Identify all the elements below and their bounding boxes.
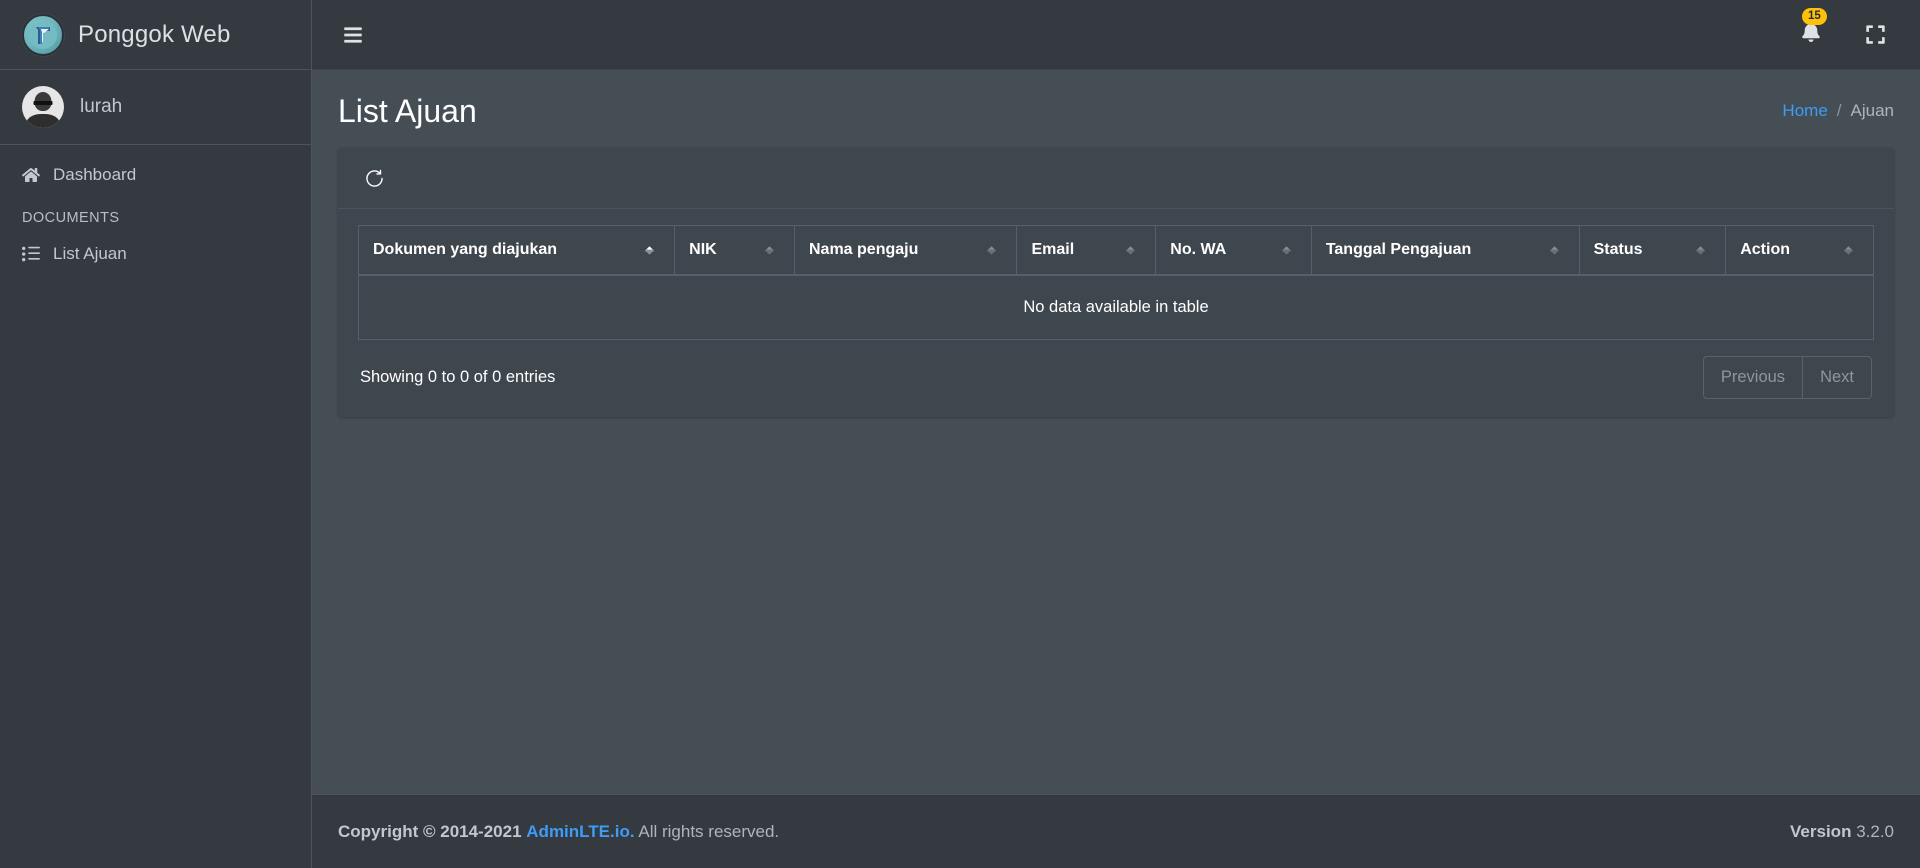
table-body: No data available in table	[358, 274, 1874, 341]
column-label: Email	[1031, 241, 1075, 259]
ponggok-logo-icon	[22, 13, 64, 56]
sort-icon	[1278, 243, 1295, 258]
table-footer: Showing 0 to 0 of 0 entries Previous Nex…	[358, 340, 1874, 403]
page-footer: Copyright © 2014-2021 AdminLTE.io. All r…	[312, 794, 1920, 868]
notifications-button[interactable]: 15	[1790, 7, 1832, 56]
sort-icon	[1546, 243, 1563, 258]
ajuan-table: Dokumen yang diajukan NIK Nama pengaju E…	[357, 225, 1874, 341]
pagination: Previous Next	[1702, 356, 1872, 400]
version-value: 3.2.0	[1856, 821, 1894, 841]
sort-icon	[641, 243, 658, 258]
adminlte-link[interactable]: AdminLTE.io.	[526, 822, 634, 841]
version-label: Version	[1790, 821, 1852, 841]
avatar	[22, 86, 64, 128]
ajuan-card: Dokumen yang diajukan NIK Nama pengaju E…	[338, 148, 1894, 418]
page-title: List Ajuan	[338, 93, 477, 129]
column-label: Nama pengaju	[809, 241, 919, 259]
breadcrumb-home-link[interactable]: Home	[1782, 101, 1827, 121]
home-icon	[22, 166, 48, 184]
hamburger-icon[interactable]	[332, 14, 374, 56]
column-header-email[interactable]: Email	[1016, 225, 1157, 277]
column-label: Action	[1740, 241, 1790, 259]
card-header	[338, 148, 1894, 210]
table-head: Dokumen yang diajukan NIK Nama pengaju E…	[357, 225, 1874, 277]
column-header-nama-pengaju[interactable]: Nama pengaju	[793, 225, 1018, 277]
content-area: Dokumen yang diajukan NIK Nama pengaju E…	[312, 138, 1920, 418]
navbar-right-tools: 15	[1790, 7, 1896, 56]
sidebar-item-list-ajuan[interactable]: List Ajuan	[10, 234, 301, 273]
sidebar-user-panel[interactable]: lurah	[0, 70, 311, 145]
table-header-row: Dokumen yang diajukan NIK Nama pengaju E…	[357, 225, 1874, 277]
refresh-icon[interactable]	[358, 162, 390, 194]
sort-icon	[1122, 243, 1139, 258]
sidebar-brand[interactable]: Ponggok Web	[0, 0, 311, 70]
footer-copyright-text: Copyright © 2014-2021	[338, 821, 522, 841]
main-area: 15 List Ajuan Home / Ajuan Dokumen yang …	[312, 0, 1920, 868]
footer-copyright: Copyright © 2014-2021 AdminLTE.io. All r…	[338, 822, 779, 842]
user-name: lurah	[80, 96, 123, 117]
table-row-empty: No data available in table	[358, 274, 1874, 341]
sort-icon	[983, 243, 1000, 258]
notification-badge: 15	[1802, 7, 1827, 26]
breadcrumb-separator: /	[1836, 101, 1842, 121]
next-page-button[interactable]: Next	[1802, 356, 1872, 400]
column-header-action[interactable]: Action	[1725, 225, 1874, 277]
sort-icon	[1840, 243, 1857, 258]
column-label: Tanggal Pengajuan	[1325, 241, 1472, 259]
column-header-nik[interactable]: NIK	[674, 225, 795, 277]
column-label: Status	[1593, 241, 1643, 259]
sidebar-section-documents: DOCUMENTS	[22, 210, 120, 227]
expand-arrows-icon[interactable]	[1854, 14, 1896, 56]
sidebar: Ponggok Web lurah Dashboard DOCUMENTS Li…	[0, 0, 312, 868]
sidebar-item-label: Dashboard	[53, 165, 137, 184]
empty-message: No data available in table	[358, 274, 1874, 341]
list-ul-icon	[22, 245, 48, 263]
column-header-tanggal-pengajuan[interactable]: Tanggal Pengajuan	[1310, 225, 1580, 277]
table-info: Showing 0 to 0 of 0 entries	[360, 368, 556, 387]
footer-rights-text: All rights reserved.	[638, 821, 780, 841]
sort-icon	[761, 243, 778, 258]
breadcrumb: Home / Ajuan	[1782, 101, 1894, 121]
sort-icon	[1692, 243, 1709, 258]
column-label: No. WA	[1170, 241, 1227, 259]
sidebar-item-label: List Ajuan	[53, 244, 127, 264]
sidebar-item-dashboard[interactable]: Dashboard	[10, 155, 301, 194]
app-root: Ponggok Web lurah Dashboard DOCUMENTS Li…	[0, 0, 1920, 868]
column-header-status[interactable]: Status	[1578, 225, 1727, 277]
footer-version: Version 3.2.0	[1790, 822, 1894, 842]
content-header: List Ajuan Home / Ajuan	[312, 70, 1920, 138]
column-label: NIK	[689, 241, 717, 259]
column-label: Dokumen yang diajukan	[373, 241, 558, 259]
top-navbar: 15	[312, 0, 1920, 70]
bell-icon	[1801, 22, 1821, 47]
brand-title: Ponggok Web	[78, 20, 231, 48]
previous-page-button[interactable]: Previous	[1702, 356, 1803, 400]
column-header-no-wa[interactable]: No. WA	[1155, 225, 1312, 277]
sidebar-nav: Dashboard DOCUMENTS List Ajuan	[0, 145, 311, 868]
card-body: Dokumen yang diajukan NIK Nama pengaju E…	[338, 209, 1894, 417]
breadcrumb-current: Ajuan	[1850, 101, 1894, 121]
column-header-dokumen[interactable]: Dokumen yang diajukan	[357, 225, 676, 277]
